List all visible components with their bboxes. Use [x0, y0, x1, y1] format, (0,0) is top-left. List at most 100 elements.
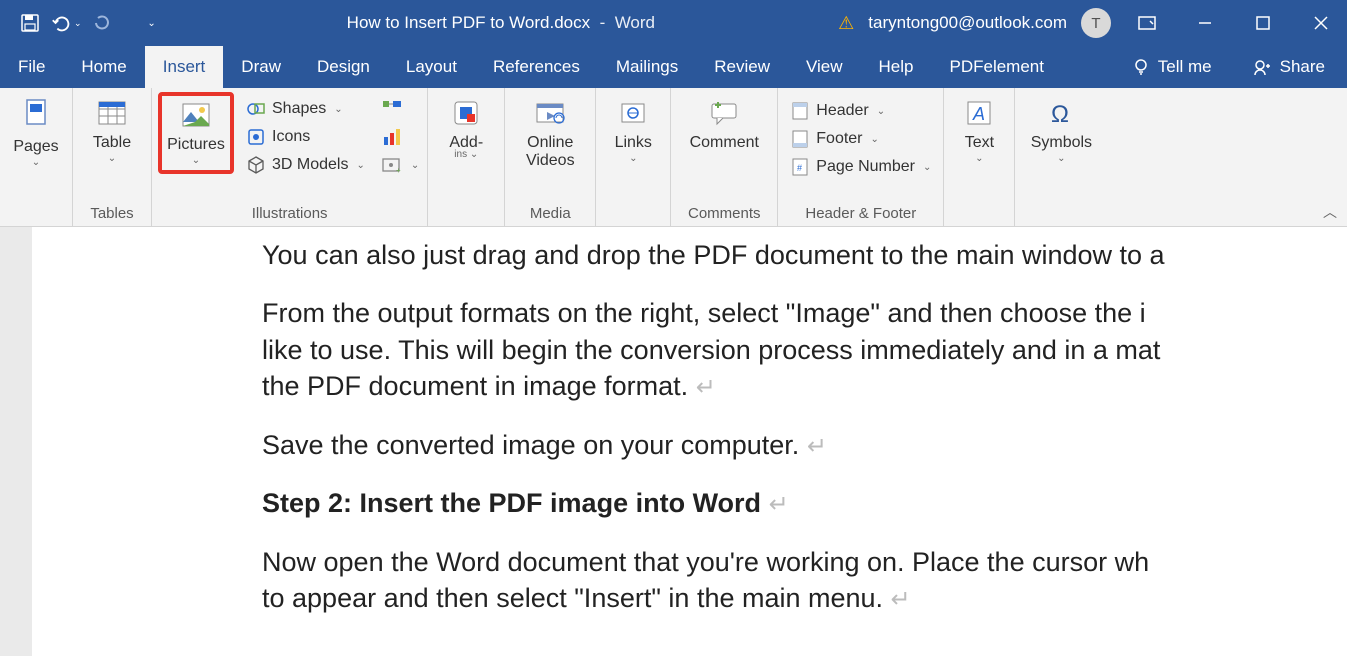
tab-references[interactable]: References	[475, 46, 598, 88]
minimize-button[interactable]	[1183, 7, 1227, 39]
tab-help[interactable]: Help	[861, 46, 932, 88]
paragraph-mark-icon: ↵	[891, 586, 911, 613]
pictures-button[interactable]: Pictures ⌄	[158, 92, 234, 174]
paragraph: Save the converted image on your compute…	[262, 427, 1347, 463]
paragraph: From the output formats on the right, se…	[262, 295, 1347, 404]
svg-text:#: #	[797, 163, 802, 173]
link-icon	[616, 96, 650, 130]
qat-customize[interactable]: ⌄	[140, 11, 164, 35]
tab-review[interactable]: Review	[696, 46, 788, 88]
close-button[interactable]	[1299, 7, 1343, 39]
group-header-footer: Header⌄ Footer⌄ # Page Number⌄ Header & …	[778, 88, 944, 226]
paragraph: You can also just drag and drop the PDF …	[262, 237, 1347, 273]
save-button[interactable]	[18, 11, 42, 35]
omega-icon: Ω	[1044, 96, 1078, 130]
avatar[interactable]: T	[1081, 8, 1111, 38]
smartart-button[interactable]	[379, 96, 421, 122]
page-number-button[interactable]: # Page Number⌄	[784, 154, 937, 180]
video-icon	[533, 96, 567, 130]
svg-text:+: +	[396, 166, 401, 175]
group-label-header-footer: Header & Footer	[784, 203, 937, 226]
addins-button[interactable]: Add- ins ⌄	[434, 92, 498, 158]
header-button[interactable]: Header⌄	[784, 98, 937, 124]
group-label-tables: Tables	[79, 203, 145, 226]
group-symbols: Ω Symbols ⌄	[1015, 88, 1107, 226]
account-email[interactable]: taryntong00@outlook.com	[868, 13, 1067, 33]
chart-button[interactable]	[379, 124, 421, 150]
redo-icon	[92, 13, 112, 33]
3d-models-button[interactable]: 3D Models⌄	[240, 152, 371, 178]
collapse-ribbon-button[interactable]: ︿	[1323, 202, 1337, 222]
undo-dropdown[interactable]: ⌄	[74, 18, 82, 29]
shapes-icon	[246, 99, 266, 119]
maximize-button[interactable]	[1241, 7, 1285, 39]
paragraph-mark-icon: ↵	[696, 374, 716, 401]
group-label-pages	[6, 203, 66, 226]
screenshot-icon: +	[381, 155, 403, 175]
tab-design[interactable]: Design	[299, 46, 388, 88]
group-label-media: Media	[511, 203, 589, 226]
tell-me-button[interactable]: Tell me	[1114, 46, 1230, 88]
addins-icon	[449, 96, 483, 130]
tab-mailings[interactable]: Mailings	[598, 46, 696, 88]
group-tables: Table ⌄ Tables	[73, 88, 152, 226]
share-icon	[1252, 57, 1272, 77]
table-button[interactable]: Table ⌄	[79, 92, 145, 162]
online-videos-button[interactable]: Online Videos	[511, 92, 589, 169]
shapes-button[interactable]: Shapes⌄	[240, 96, 371, 122]
tab-draw[interactable]: Draw	[223, 46, 299, 88]
pages-button[interactable]: Pages ⌄	[6, 92, 66, 166]
ribbon-options-icon	[1138, 16, 1156, 30]
group-addins: Add- ins ⌄	[428, 88, 505, 226]
text-box-icon: A	[962, 96, 996, 130]
ribbon: Pages ⌄ Table ⌄ Tables Pictures ⌄	[0, 88, 1347, 227]
tab-file[interactable]: File	[0, 46, 63, 88]
share-button[interactable]: Share	[1230, 46, 1347, 88]
document-area[interactable]: You can also just drag and drop the PDF …	[0, 227, 1347, 656]
comment-button[interactable]: Comment	[677, 92, 771, 152]
ribbon-tabs: File Home Insert Draw Design Layout Refe…	[0, 46, 1347, 88]
tab-pdfelement[interactable]: PDFelement	[932, 46, 1062, 88]
minimize-icon	[1198, 16, 1212, 30]
undo-button[interactable]	[50, 11, 74, 35]
icons-button[interactable]: Icons	[240, 124, 371, 150]
maximize-icon	[1256, 16, 1270, 30]
header-icon	[790, 101, 810, 121]
title-bar-right: ⚠ taryntong00@outlook.com T	[838, 7, 1347, 39]
ribbon-display-options[interactable]	[1125, 7, 1169, 39]
smartart-icon	[381, 99, 403, 119]
tab-home[interactable]: Home	[63, 46, 144, 88]
links-button[interactable]: Links ⌄	[602, 92, 664, 162]
tab-layout[interactable]: Layout	[388, 46, 475, 88]
tab-insert[interactable]: Insert	[145, 46, 224, 88]
group-label-addins	[434, 203, 498, 226]
save-icon	[20, 13, 40, 33]
group-label-comments: Comments	[677, 203, 771, 226]
group-illustrations: Pictures ⌄ Shapes⌄ Icons 3D Models⌄	[152, 88, 428, 226]
screenshot-button[interactable]: + ⌄	[379, 152, 421, 178]
group-label-text	[950, 203, 1008, 226]
title-bar: ⌄ ⌄ How to Insert PDF to Word.docx - Wor…	[0, 0, 1347, 46]
quick-access-toolbar: ⌄ ⌄	[0, 11, 164, 35]
document-page: You can also just drag and drop the PDF …	[32, 227, 1347, 656]
group-comments: Comment Comments	[671, 88, 778, 226]
group-pages: Pages ⌄	[0, 88, 73, 226]
group-label-illustrations: Illustrations	[158, 203, 421, 226]
text-button[interactable]: A Text ⌄	[950, 92, 1008, 162]
paragraph-mark-icon: ↵	[769, 491, 789, 518]
close-icon	[1314, 16, 1328, 30]
svg-text:Ω: Ω	[1051, 101, 1069, 128]
page-number-icon: #	[790, 157, 810, 177]
footer-button[interactable]: Footer⌄	[784, 126, 937, 152]
heading-step: Step 2: Insert the PDF image into Word ↵	[262, 485, 1347, 521]
chart-icon	[381, 127, 403, 147]
redo-button[interactable]	[90, 11, 114, 35]
paragraph: Now open the Word document that you're w…	[262, 544, 1347, 617]
symbols-button[interactable]: Ω Symbols ⌄	[1021, 92, 1101, 162]
footer-icon	[790, 129, 810, 149]
window-title: How to Insert PDF to Word.docx - Word	[164, 13, 839, 33]
group-links: Links ⌄	[596, 88, 671, 226]
comment-icon	[707, 96, 741, 130]
cube-icon	[246, 155, 266, 175]
tab-view[interactable]: View	[788, 46, 861, 88]
